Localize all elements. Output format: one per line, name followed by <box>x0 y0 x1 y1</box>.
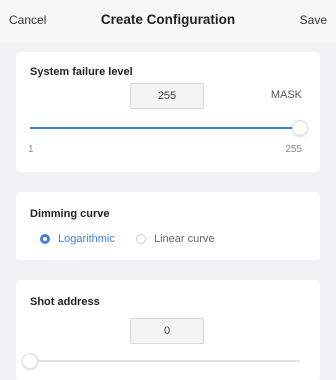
shot-address-slider-track[interactable] <box>30 360 300 362</box>
radio-logarithmic[interactable]: Logarithmic <box>40 233 115 245</box>
dimming-curve-card: Dimming curve Logarithmic Linear curve <box>16 192 320 260</box>
system-failure-slider-thumb[interactable] <box>293 121 307 135</box>
system-failure-unit: MASK <box>270 89 302 101</box>
radio-linear-curve-label: Linear curve <box>154 233 215 245</box>
shot-address-label: Shot address <box>30 296 100 308</box>
system-failure-max-label: 255 <box>285 144 302 155</box>
system-failure-card: System failure level 255 MASK 1 255 <box>16 52 320 172</box>
top-bar: Cancel Create Configuration Save <box>0 0 336 42</box>
system-failure-min-label: 1 <box>28 144 34 155</box>
radio-indicator-icon <box>40 234 50 244</box>
system-failure-slider-fill <box>30 127 300 129</box>
system-failure-value-field[interactable]: 255 <box>130 83 204 109</box>
radio-indicator-icon <box>136 234 146 244</box>
shot-address-value-field[interactable]: 0 <box>130 318 204 344</box>
dimming-curve-label: Dimming curve <box>30 208 110 220</box>
radio-linear-curve[interactable]: Linear curve <box>136 233 215 245</box>
save-button[interactable]: Save <box>300 13 327 27</box>
page-title: Create Configuration <box>100 12 236 27</box>
shot-address-card: Shot address 0 <box>16 280 320 380</box>
system-failure-label: System failure level <box>30 66 133 78</box>
radio-logarithmic-label: Logarithmic <box>58 233 115 245</box>
shot-address-slider-thumb[interactable] <box>23 354 37 368</box>
